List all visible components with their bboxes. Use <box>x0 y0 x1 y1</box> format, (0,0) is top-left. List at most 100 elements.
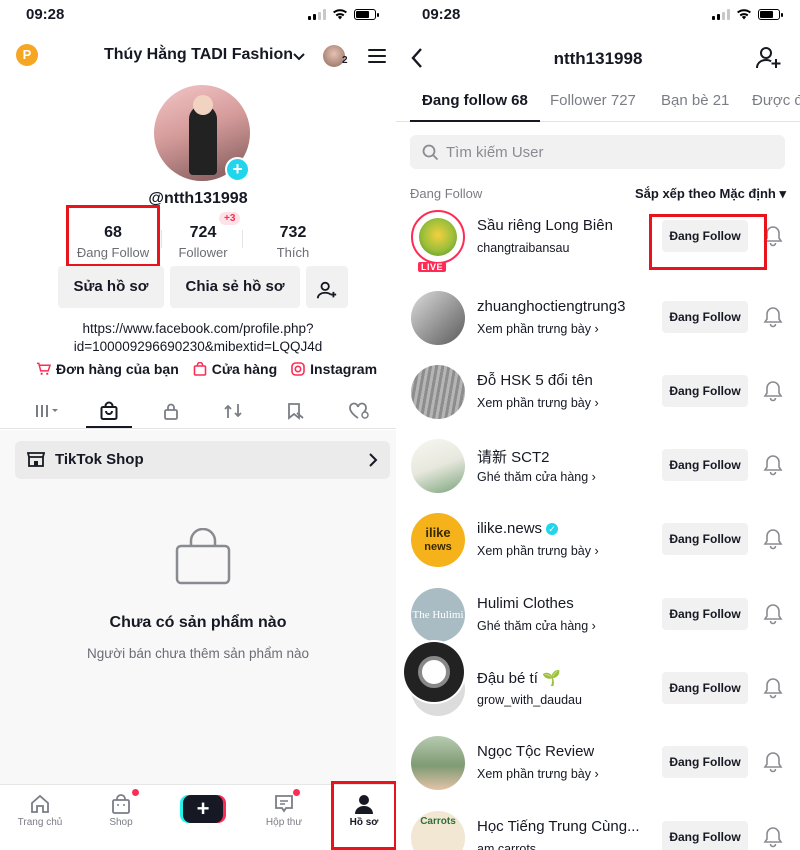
user-avatar[interactable]: The Hulimi <box>411 588 465 642</box>
profile-header: P Thúy Hằng TADI Fashion 2 <box>0 40 396 74</box>
bio-link[interactable]: https://www.facebook.com/profile.php? id… <box>0 320 396 356</box>
points-icon[interactable]: P <box>16 44 38 66</box>
user-avatar[interactable] <box>411 365 465 419</box>
tab-shop[interactable] <box>96 399 122 423</box>
create-button[interactable]: + <box>183 795 223 823</box>
user-avatar[interactable]: Carrots <box>411 811 465 850</box>
sort-dropdown[interactable]: Sắp xếp theo Mặc định ▾ <box>635 186 786 202</box>
repost-icon <box>224 404 242 418</box>
empty-state-subtitle: Người bán chưa thêm sản phẩm nào <box>86 646 310 661</box>
nav-home-label: Trang chủ <box>17 817 63 828</box>
grid-icon <box>36 405 58 417</box>
status-icons <box>308 8 379 20</box>
shop-bag-icon <box>112 794 130 814</box>
user-subtext: Ghé thăm cửa hàng › <box>477 470 596 484</box>
following-screen: 09:28 ntth131998 Đang follow 68 Follower… <box>396 0 800 850</box>
likes-count: 732 <box>279 224 307 241</box>
stat-followers[interactable]: 724 Follower <box>170 224 236 260</box>
user-subtext: grow_with_daudau <box>477 693 582 707</box>
stat-divider <box>242 230 243 248</box>
list-item[interactable]: 请新 SCT2 Ghé thăm cửa hàng › Đang Follow <box>396 434 800 508</box>
following-button[interactable]: Đang Follow <box>662 523 748 555</box>
tab-friends[interactable]: Bạn bè 21 <box>661 92 729 109</box>
highlight-box <box>649 214 767 270</box>
tab-reposts[interactable] <box>220 399 246 423</box>
list-label: Đang Follow <box>410 186 483 201</box>
bell-icon[interactable] <box>763 751 783 773</box>
nav-home[interactable]: Trang chủ <box>10 791 70 828</box>
user-name-text: ilike.news <box>477 520 543 537</box>
user-name: Hulimi Clothes <box>477 595 574 612</box>
shop-bag-icon <box>100 401 118 420</box>
following-button[interactable]: Đang Follow <box>662 301 748 333</box>
bell-icon[interactable] <box>763 528 783 550</box>
nav-shop[interactable]: Shop <box>91 791 151 828</box>
following-tabs: Đang follow 68 Follower 727 Bạn bè 21 Đư… <box>396 82 800 122</box>
list-item[interactable]: zhuanghoctiengtrung3 Xem phần trưng bày … <box>396 286 800 360</box>
profile-screen: 09:28 P Thúy Hằng TADI Fashion 2 + @ntth… <box>0 0 396 850</box>
bell-icon[interactable] <box>763 677 783 699</box>
instagram-label: Instagram <box>310 361 378 377</box>
user-avatar[interactable] <box>411 291 465 345</box>
tiktok-shop-bar[interactable]: TikTok Shop <box>15 441 390 479</box>
list-item[interactable]: Carrots Học Tiếng Trung Cùng... am carro… <box>396 806 800 850</box>
search-icon <box>422 144 439 161</box>
user-avatar[interactable] <box>411 210 465 264</box>
list-item[interactable]: The Hulimi Hulimi Clothes Ghé thăm cửa h… <box>396 583 800 657</box>
following-button[interactable]: Đang Follow <box>662 375 748 407</box>
instagram-shortcut[interactable]: Instagram <box>291 361 377 377</box>
user-avatar[interactable] <box>411 439 465 493</box>
profile-shortcuts: Đơn hàng của bạn Cửa hàng Instagram <box>36 361 377 377</box>
store-shortcut[interactable]: Cửa hàng <box>193 361 277 377</box>
following-button[interactable]: Đang Follow <box>662 449 748 481</box>
profile-tabs <box>0 393 396 429</box>
tab-liked[interactable] <box>346 399 372 423</box>
search-input[interactable] <box>446 135 766 169</box>
add-user-icon[interactable] <box>756 46 782 70</box>
avatar-logo-text: The Hulimi <box>412 609 464 621</box>
user-name: Đỗ HSK 5 đổi tên <box>477 372 593 389</box>
list-item[interactable]: Đậu bé tí 🌱 grow_with_daudau Đang Follow <box>396 642 800 731</box>
bell-icon[interactable] <box>763 603 783 625</box>
share-profile-button[interactable]: Chia sẻ hồ sơ <box>170 266 300 308</box>
bell-icon[interactable] <box>763 306 783 328</box>
chevron-down-icon[interactable] <box>293 53 305 61</box>
tab-saved[interactable] <box>282 399 308 423</box>
nav-inbox[interactable]: Hộp thư <box>254 791 314 828</box>
list-item[interactable]: ilike news ilike.news ✓ Xem phần trưng bà… <box>396 508 800 582</box>
following-button[interactable]: Đang Follow <box>662 746 748 778</box>
add-story-icon[interactable]: + <box>225 157 250 182</box>
following-button[interactable]: Đang Follow <box>662 598 748 630</box>
tab-suggested[interactable]: Được đ <box>752 92 800 109</box>
edit-profile-button[interactable]: Sửa hồ sơ <box>58 266 164 308</box>
likes-label: Thích <box>276 245 310 260</box>
bell-icon[interactable] <box>763 454 783 476</box>
following-button[interactable]: Đang Follow <box>662 672 748 704</box>
bell-icon[interactable] <box>763 826 783 848</box>
inbox-icon <box>275 795 293 813</box>
search-bar[interactable] <box>410 135 785 169</box>
tab-private[interactable] <box>158 399 184 423</box>
user-avatar[interactable]: ilike news <box>411 513 465 567</box>
orders-shortcut[interactable]: Đơn hàng của bạn <box>36 361 179 377</box>
assistive-touch-button[interactable] <box>404 642 464 702</box>
list-item[interactable]: Ngọc Tộc Review Xem phần trưng bày › Đan… <box>396 731 800 805</box>
bell-icon[interactable] <box>763 380 783 402</box>
user-avatar[interactable] <box>411 736 465 790</box>
tab-videos[interactable] <box>32 399 66 423</box>
lock-icon <box>164 403 178 420</box>
tab-followers[interactable]: Follower 727 <box>550 92 636 109</box>
nav-inbox-label: Hộp thư <box>265 817 303 828</box>
user-name: ilike.news ✓ <box>477 520 559 537</box>
battery-icon <box>758 8 783 20</box>
add-friend-button[interactable] <box>306 266 348 308</box>
menu-icon[interactable] <box>368 49 386 63</box>
following-button[interactable]: Đang Follow <box>662 821 748 850</box>
status-time: 09:28 <box>422 5 461 23</box>
account-name[interactable]: Thúy Hằng TADI Fashion <box>104 46 293 64</box>
tab-following[interactable]: Đang follow 68 <box>422 92 528 109</box>
stat-likes[interactable]: 732 Thích <box>260 224 326 260</box>
active-tab-indicator <box>410 120 540 122</box>
list-item[interactable]: Đỗ HSK 5 đổi tên Xem phần trưng bày › Đa… <box>396 360 800 434</box>
stat-divider <box>161 230 162 248</box>
